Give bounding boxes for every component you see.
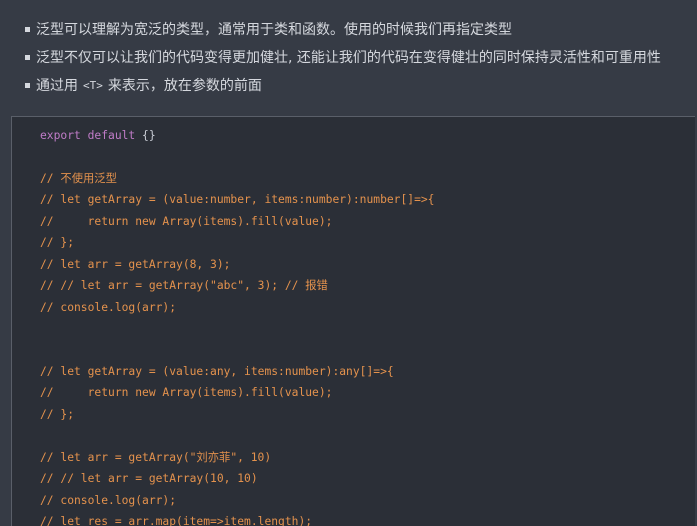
bullet-item: 泛型可以理解为宽泛的类型，通常用于类和函数。使用的时候我们再指定类型 — [25, 19, 512, 39]
code-comment: // }; — [40, 236, 75, 249]
code-comment: // // let arr = getArray("abc", 3); // 报… — [40, 279, 328, 292]
code-comment: // // let arr = getArray(10, 10) — [40, 472, 258, 485]
code-block[interactable]: export default {} // 不使用泛型 // let getArr… — [11, 116, 695, 526]
code-comment: // console.log(arr); — [40, 301, 177, 314]
code-comment: // let arr = getArray("刘亦菲", 10) — [40, 451, 272, 464]
code-comment: // }; — [40, 408, 75, 421]
bullet-item: 通过用 <T> 来表示，放在参数的前面 — [25, 75, 262, 95]
bullet-text-after: 来表示，放在参数的前面 — [107, 78, 262, 94]
code-comment: // 不使用泛型 — [40, 172, 117, 185]
inline-code-generic: <T> — [83, 78, 103, 92]
code-comment: // let arr = getArray(8, 3); — [40, 258, 231, 271]
bullet-text-before: 通过用 — [36, 78, 78, 94]
code-comment: // return new Array(items).fill(value); — [40, 386, 333, 399]
code-comment: // let res = arr.map(item=>item.length); — [40, 515, 313, 526]
bullet-dot-icon — [25, 26, 30, 32]
bullet-item: 泛型不仅可以让我们的代码变得更加健壮, 还能让我们的代码在变得健壮的同时保持灵活… — [25, 47, 661, 67]
code-comment: // let getArray = (value:any, items:numb… — [40, 365, 394, 378]
bullet-text: 泛型不仅可以让我们的代码变得更加健壮, 还能让我们的代码在变得健壮的同时保持灵活… — [36, 50, 661, 66]
code-comment: // console.log(arr); — [40, 494, 177, 507]
code-keyword: export default — [40, 129, 136, 142]
code-comment: // let getArray = (value:number, items:n… — [40, 193, 435, 206]
bullet-dot-icon — [25, 82, 30, 88]
code-text: {} — [135, 129, 156, 142]
bullet-text: 泛型可以理解为宽泛的类型，通常用于类和函数。使用的时候我们再指定类型 — [36, 22, 512, 38]
code-line: export default {} — [40, 127, 156, 145]
code-comment: // return new Array(items).fill(value); — [40, 215, 333, 228]
bullet-dot-icon — [25, 54, 30, 60]
